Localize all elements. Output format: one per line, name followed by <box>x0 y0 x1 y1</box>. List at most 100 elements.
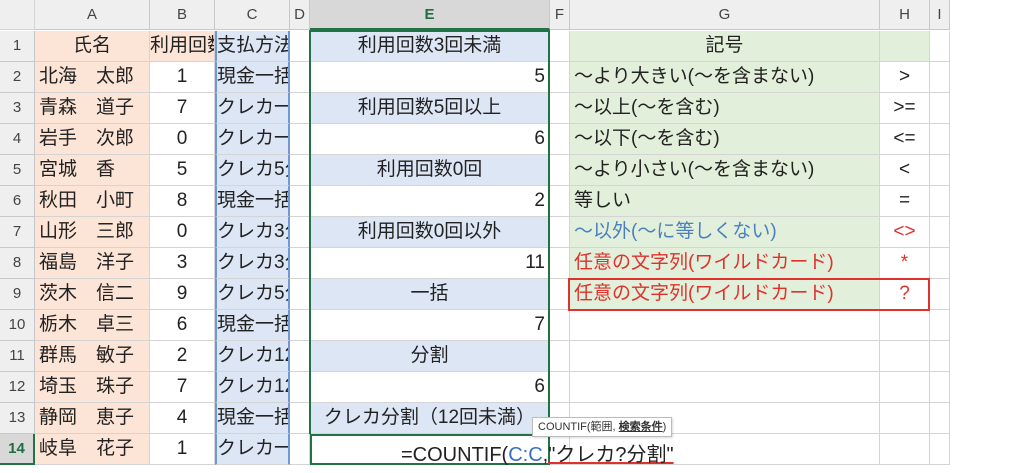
cell-f8[interactable] <box>550 248 570 279</box>
cell-d1[interactable] <box>290 31 310 62</box>
header-cell-symbol-blank[interactable] <box>880 31 930 62</box>
row-header-3[interactable]: 3 <box>0 93 35 124</box>
cell-payment-method[interactable]: クレカ一括 <box>215 434 290 465</box>
formula-editor[interactable]: =COUNTIF(C:C,"クレカ?分割" <box>401 440 674 470</box>
cell-d10[interactable] <box>290 310 310 341</box>
cell-name[interactable]: 北海 太郎 <box>35 62 150 93</box>
criteria-label-cell[interactable]: 利用回数0回以外 <box>310 217 550 248</box>
cell-g10[interactable] <box>570 310 880 341</box>
cell-i7[interactable] <box>930 217 950 248</box>
cell-i6[interactable] <box>930 186 950 217</box>
cell-d2[interactable] <box>290 62 310 93</box>
cell-name[interactable]: 岩手 次郎 <box>35 124 150 155</box>
row-header-9[interactable]: 9 <box>0 279 35 310</box>
operator-symbol-cell[interactable]: >= <box>880 93 930 124</box>
symbol-description-cell[interactable]: ～より小さい(～を含まない) <box>570 155 880 186</box>
cell-f12[interactable] <box>550 372 570 403</box>
cell-name[interactable]: 青森 道子 <box>35 93 150 124</box>
cell-g12[interactable] <box>570 372 880 403</box>
function-tooltip[interactable]: COUNTIF(範囲, 検索条件) <box>532 417 673 437</box>
cell-f9[interactable] <box>550 279 570 310</box>
criteria-label-cell[interactable]: クレカ分割（12回未満） <box>310 403 550 434</box>
criteria-label-cell[interactable]: 利用回数5回以上 <box>310 93 550 124</box>
criteria-label-cell[interactable]: 分割 <box>310 341 550 372</box>
operator-symbol-cell[interactable]: ? <box>880 279 930 310</box>
cell-payment-method[interactable]: クレカ3分割 <box>215 248 290 279</box>
row-header-4[interactable]: 4 <box>0 124 35 155</box>
cell-i8[interactable] <box>930 248 950 279</box>
cell-d12[interactable] <box>290 372 310 403</box>
cell-d8[interactable] <box>290 248 310 279</box>
cell-usage-count[interactable]: 0 <box>150 124 215 155</box>
cell-payment-method[interactable]: クレカ5分割 <box>215 155 290 186</box>
cell-usage-count[interactable]: 1 <box>150 62 215 93</box>
row-header-14[interactable]: 14 <box>0 434 35 465</box>
symbol-description-cell[interactable]: ～以下(～を含む) <box>570 124 880 155</box>
cell-f2[interactable] <box>550 62 570 93</box>
row-header-6[interactable]: 6 <box>0 186 35 217</box>
cell-f1[interactable] <box>550 31 570 62</box>
cell-payment-method[interactable]: 現金一括 <box>215 403 290 434</box>
header-cell-payment[interactable]: 支払方法 <box>215 31 290 62</box>
column-header-h[interactable]: H <box>880 0 930 30</box>
cell-i12[interactable] <box>930 372 950 403</box>
symbol-description-cell[interactable]: ～より大きい(～を含まない) <box>570 62 880 93</box>
cell-name[interactable]: 茨木 信二 <box>35 279 150 310</box>
row-header-13[interactable]: 13 <box>0 403 35 434</box>
header-cell-name[interactable]: 氏名 <box>35 31 150 62</box>
cell-payment-method[interactable]: クレカ12分割 <box>215 341 290 372</box>
cell-d3[interactable] <box>290 93 310 124</box>
count-result-cell[interactable]: 5 <box>310 62 550 93</box>
header-cell-usage[interactable]: 利用回数 <box>150 31 215 62</box>
row-header-1[interactable]: 1 <box>0 31 35 62</box>
cell-payment-method[interactable]: クレカ3分割 <box>215 217 290 248</box>
cell-i2[interactable] <box>930 62 950 93</box>
criteria-label-cell[interactable]: 利用回数0回 <box>310 155 550 186</box>
cell-h14[interactable] <box>880 434 930 465</box>
operator-symbol-cell[interactable]: < <box>880 155 930 186</box>
cell-usage-count[interactable]: 3 <box>150 248 215 279</box>
cell-name[interactable]: 山形 三郎 <box>35 217 150 248</box>
cell-payment-method[interactable]: クレカ一括 <box>215 93 290 124</box>
cell-d11[interactable] <box>290 341 310 372</box>
cell-i1[interactable] <box>930 31 950 62</box>
cell-f5[interactable] <box>550 155 570 186</box>
symbol-description-cell[interactable]: 任意の文字列(ワイルドカード) <box>570 248 880 279</box>
cell-name[interactable]: 群馬 敏子 <box>35 341 150 372</box>
cell-h13[interactable] <box>880 403 930 434</box>
cell-payment-method[interactable]: 現金一括 <box>215 310 290 341</box>
column-header-a[interactable]: A <box>35 0 150 30</box>
cell-i14[interactable] <box>930 434 950 465</box>
cell-d14[interactable] <box>290 434 310 465</box>
count-result-cell[interactable]: 2 <box>310 186 550 217</box>
count-result-cell[interactable]: 7 <box>310 310 550 341</box>
cell-usage-count[interactable]: 5 <box>150 155 215 186</box>
symbol-description-cell[interactable]: ～以上(～を含む) <box>570 93 880 124</box>
cell-usage-count[interactable]: 0 <box>150 217 215 248</box>
cell-name[interactable]: 静岡 恵子 <box>35 403 150 434</box>
cell-f7[interactable] <box>550 217 570 248</box>
cell-h10[interactable] <box>880 310 930 341</box>
cell-h12[interactable] <box>880 372 930 403</box>
count-result-cell[interactable]: 6 <box>310 124 550 155</box>
cell-d4[interactable] <box>290 124 310 155</box>
column-header-b[interactable]: B <box>150 0 215 30</box>
cell-f3[interactable] <box>550 93 570 124</box>
cell-i5[interactable] <box>930 155 950 186</box>
operator-symbol-cell[interactable]: * <box>880 248 930 279</box>
operator-symbol-cell[interactable]: <= <box>880 124 930 155</box>
cell-f11[interactable] <box>550 341 570 372</box>
count-result-cell[interactable]: 6 <box>310 372 550 403</box>
cell-d9[interactable] <box>290 279 310 310</box>
cell-payment-method[interactable]: 現金一括 <box>215 62 290 93</box>
cell-usage-count[interactable]: 2 <box>150 341 215 372</box>
cell-f4[interactable] <box>550 124 570 155</box>
operator-symbol-cell[interactable]: = <box>880 186 930 217</box>
cell-payment-method[interactable]: クレカ5分割 <box>215 279 290 310</box>
row-header-2[interactable]: 2 <box>0 62 35 93</box>
column-header-d[interactable]: D <box>290 0 310 30</box>
criteria-label-cell[interactable]: 一括 <box>310 279 550 310</box>
cell-usage-count[interactable]: 6 <box>150 310 215 341</box>
criteria-label-cell[interactable]: 利用回数3回未満 <box>310 31 550 62</box>
symbol-description-cell[interactable]: 等しい <box>570 186 880 217</box>
